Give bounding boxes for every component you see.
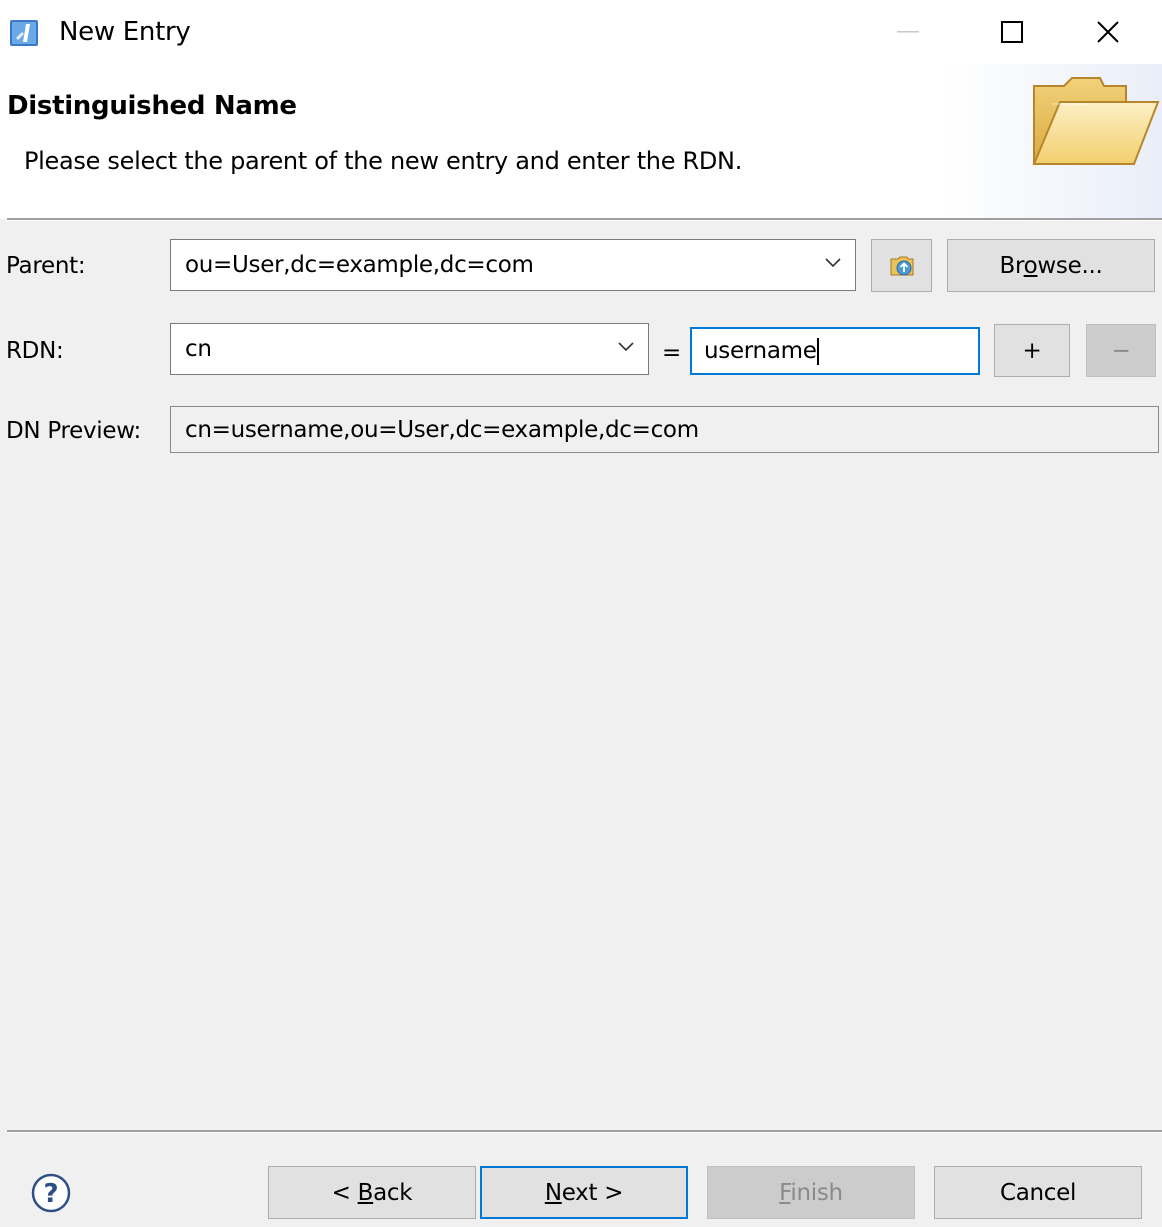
close-button[interactable]	[1062, 0, 1154, 64]
parent-combobox[interactable]: ou=User,dc=example,dc=com	[170, 239, 856, 291]
footer-separator	[7, 1130, 1162, 1133]
dn-preview-value: cn=username,ou=User,dc=example,dc=com	[185, 417, 699, 443]
chevron-down-icon[interactable]	[825, 258, 841, 268]
chevron-down-icon[interactable]	[618, 342, 634, 352]
remove-rdn-button[interactable]: −	[1086, 324, 1156, 377]
app-icon	[10, 20, 38, 46]
parent-value: ou=User,dc=example,dc=com	[185, 252, 534, 278]
minimize-button[interactable]	[862, 0, 954, 64]
rdn-label: RDN:	[6, 338, 64, 364]
rdn-value-text: username	[704, 338, 819, 365]
minimize-icon	[897, 31, 919, 33]
cancel-button[interactable]: Cancel	[934, 1166, 1142, 1219]
header-separator	[7, 218, 1162, 221]
folder-open-icon	[1032, 77, 1160, 165]
browse-label: Browse...	[999, 252, 1103, 279]
equals-sign: =	[662, 340, 681, 366]
text-caret	[816, 338, 819, 365]
parent-up-button[interactable]	[871, 239, 932, 292]
back-label: < Back	[331, 1179, 413, 1206]
svg-text:?: ?	[43, 1179, 58, 1209]
dn-preview-field: cn=username,ou=User,dc=example,dc=com	[170, 406, 1159, 453]
browse-button[interactable]: Browse...	[947, 239, 1155, 292]
maximize-icon	[1001, 21, 1023, 43]
parent-label: Parent:	[6, 253, 86, 279]
next-label: Next >	[544, 1179, 624, 1206]
finish-label: Finish	[779, 1179, 843, 1206]
folder-up-icon	[890, 256, 913, 275]
finish-button[interactable]: Finish	[707, 1166, 915, 1219]
close-icon	[1097, 21, 1119, 43]
help-icon[interactable]: ?	[30, 1172, 72, 1214]
add-rdn-button[interactable]: +	[994, 324, 1070, 377]
rdn-value-input[interactable]: username	[690, 327, 980, 375]
back-button[interactable]: < Back	[268, 1166, 476, 1219]
page-description: Please select the parent of the new entr…	[24, 147, 743, 175]
rdn-type-value: cn	[185, 336, 212, 362]
rdn-type-combobox[interactable]: cn	[170, 323, 649, 375]
window-title: New Entry	[59, 17, 191, 47]
maximize-button[interactable]	[966, 0, 1058, 64]
next-button[interactable]: Next >	[480, 1166, 688, 1219]
dn-preview-label: DN Preview:	[6, 418, 141, 444]
page-title: Distinguished Name	[7, 91, 297, 121]
title-bar: New Entry	[0, 0, 1162, 64]
